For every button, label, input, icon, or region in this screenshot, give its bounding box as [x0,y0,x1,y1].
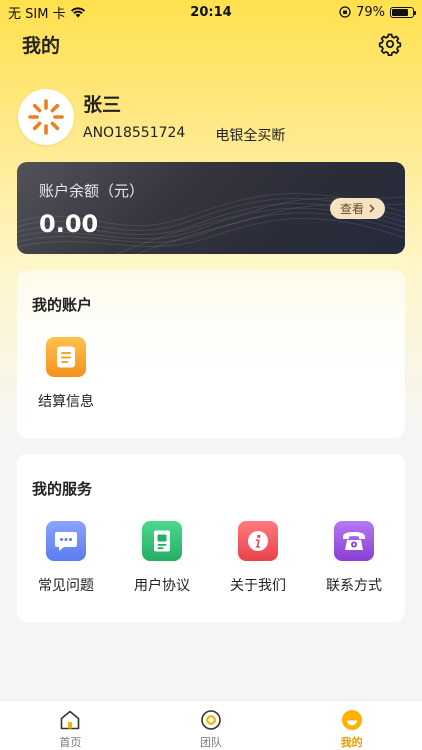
user-name: 张三 [83,93,122,116]
my-services-title: 我的服务 [32,480,93,498]
orientation-lock-icon [339,6,351,18]
team-icon [201,710,221,730]
contact-label: 联系方式 [326,578,382,594]
faq-item[interactable]: 常见问题 [18,521,114,595]
tab-home-label: 首页 [59,736,82,749]
brand-logo-icon [28,99,64,135]
faq-label: 常见问题 [38,578,94,594]
user-sub: ANO18551724 电银全买断 [83,125,285,145]
carrier-text: 无 SIM 卡 [8,6,66,22]
view-balance-button[interactable]: 查看 [329,198,385,219]
status-bar: 无 SIM 卡 20:14 79% [0,0,422,24]
balance-card[interactable]: 账户余额（元） 0.00 查看 [17,162,405,254]
balance-label: 账户余额（元） [39,182,145,200]
tab-mine-label: 我的 [340,736,363,749]
about-us-label: 关于我们 [230,578,286,594]
user-id: ANO18551724 [83,124,186,141]
phone-icon [334,521,374,561]
home-icon [61,710,80,730]
chat-icon [46,521,86,561]
battery-icon [390,6,416,18]
user-agreement-label: 用户协议 [134,578,190,594]
bottom-tab-bar: 首页 团队 我的 [0,700,422,750]
view-balance-label: 查看 [339,202,364,216]
my-account-card: 我的账户 结算信息 [17,270,405,438]
status-right: 79% [339,4,416,20]
wifi-icon [70,7,85,18]
status-time: 20:14 [190,4,232,20]
user-tag: 电银全买断 [215,127,286,144]
profile-icon [341,710,362,730]
tab-team[interactable]: 团队 [141,701,282,750]
info-icon [238,521,278,561]
my-account-title: 我的账户 [32,296,93,314]
battery-fill [392,8,408,16]
page-title: 我的 [22,34,61,57]
user-agreement-item[interactable]: 用户协议 [114,521,210,595]
contact-item[interactable]: 联系方式 [306,521,402,595]
tab-mine[interactable]: 我的 [281,701,422,750]
page-header: 我的 [0,26,422,62]
profile-section[interactable]: 张三 ANO18551724 电银全买断 [18,88,408,146]
status-left: 无 SIM 卡 [8,3,86,22]
about-us-item[interactable]: 关于我们 [210,521,306,595]
tab-home[interactable]: 首页 [0,701,141,750]
settings-gear-icon[interactable] [378,32,402,56]
balance-value: 0.00 [39,210,99,238]
battery-percent: 79% [356,4,385,20]
document-icon [46,337,86,377]
avatar[interactable] [18,89,74,145]
settlement-info-label: 结算信息 [38,394,94,410]
agreement-icon [142,521,182,561]
tab-team-label: 团队 [200,736,222,749]
profile-info: 张三 ANO18551724 电银全买断 [83,90,285,145]
my-services-card: 我的服务 常见问题 用户协议 关于我们 联系方式 [17,454,405,622]
settlement-info-item[interactable]: 结算信息 [18,337,114,411]
chevron-right-icon [369,204,375,213]
